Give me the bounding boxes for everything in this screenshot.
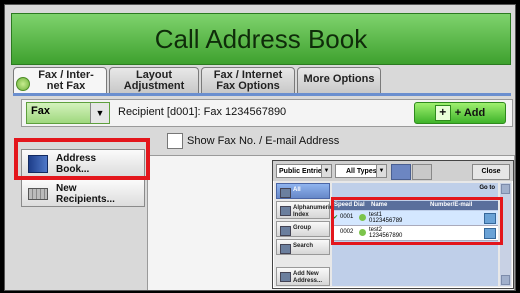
tab-layout-adjustment[interactable]: Layout Adjustment [109,67,199,93]
types-select-value: All Types [346,168,377,175]
nav-search[interactable]: Search [276,239,330,255]
add-button-label: + Add [454,107,486,119]
entries-select-value: Public Entries [279,168,326,175]
close-label: Close [481,168,501,175]
goto-label[interactable]: Go to [479,185,495,192]
active-tab-icon [16,77,30,91]
recipient-row: Fax ▼ Recipient [d001]: Fax 1234567890 +… [21,99,513,127]
chevron-down-icon: ▼ [376,165,386,177]
tab-label-line2: Adjustment [123,80,185,92]
label-line2: Index [293,212,309,218]
page-title-bar: Call Address Book [11,13,511,65]
tab-fax-internet-fax[interactable]: Fax / Inter- net Fax [13,67,107,93]
tab-more-options[interactable]: More Options [297,67,381,93]
tab-label-line2: Fax Options [216,80,280,92]
nav-all[interactable]: All [276,183,330,199]
nav-label: Alphanumeric Index [293,205,333,219]
add-button[interactable]: + + Add [414,102,506,124]
nav-label: Add New Address... [293,271,322,285]
nav-alphanumeric-index[interactable]: Alphanumeric Index [276,201,333,219]
types-select[interactable]: All Types ▼ [335,164,387,178]
scroll-down-icon[interactable] [501,275,510,285]
recipient-text: Recipient [d001]: Fax 1234567890 [118,106,287,118]
alphanumeric-icon [280,206,291,216]
label-line1: Alphanumeric [293,205,334,211]
show-fax-label: Show Fax No. / E-mail Address [187,135,340,147]
inset-nav: All Alphanumeric Index Group Search Add … [276,183,333,286]
fax-mode-select[interactable]: Fax ▼ [26,102,110,124]
tab-fax-internet-options[interactable]: Fax / Internet Fax Options [201,67,295,93]
nav-group[interactable]: Group [276,221,330,237]
label-line2: Recipients... [56,194,115,205]
address-book-highlight [14,138,150,180]
entries-select[interactable]: Public Entries ▼ [276,164,332,178]
label-line2: Address... [293,278,323,284]
all-icon [280,188,291,198]
chevron-down-icon: ▼ [90,103,109,123]
fax-mode-value: Fax [31,105,50,117]
tab-bar: Fax / Inter- net Fax Layout Adjustment F… [13,67,511,93]
plus-icon: + [434,105,451,121]
chevron-down-icon: ▼ [321,165,331,177]
nav-label: Search [293,243,314,249]
keyboard-icon [28,188,48,200]
grid-view-button[interactable] [412,164,432,180]
label-line1: New [56,183,77,194]
nav-label: All [293,187,301,193]
group-icon [280,226,291,236]
tab-label-line1: More Options [303,73,375,85]
new-recipients-button[interactable]: New Recipients... [21,179,145,207]
new-recipients-label: New Recipients... [56,183,115,205]
address-book-inset: Public Entries ▼ All Types ▼ Close All A… [272,160,514,289]
add-address-icon [280,272,291,282]
scroll-up-icon[interactable] [501,184,510,194]
search-icon [280,244,291,254]
entries-highlight [331,197,503,245]
add-new-address-button[interactable]: Add New Address... [276,267,330,286]
show-fax-checkbox[interactable] [167,133,183,149]
label-line1: Add New [293,271,319,277]
list-view-button[interactable] [391,164,411,180]
page-title: Call Address Book [154,23,368,54]
nav-label: Group [293,225,311,231]
tab-divider [13,93,511,96]
close-button[interactable]: Close [472,164,510,180]
